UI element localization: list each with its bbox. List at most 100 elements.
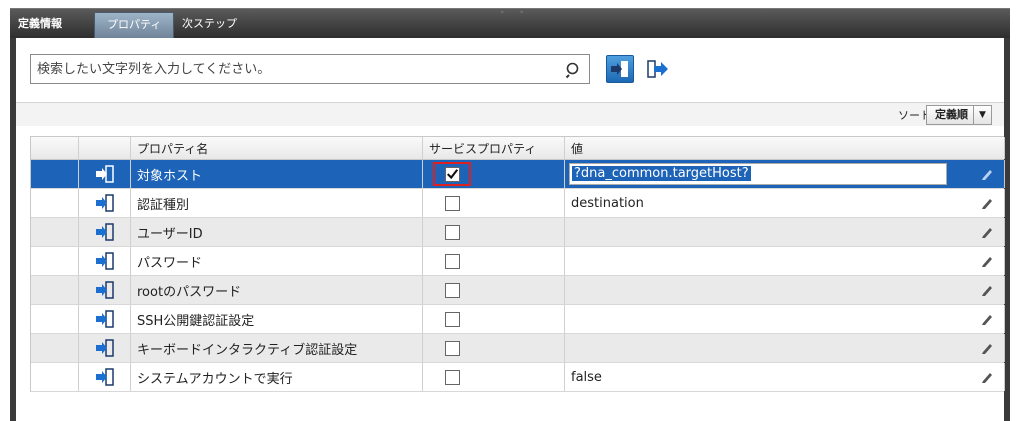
tab-bar: 定義情報 プロパティ 次ステップ ˄ ˅ — [10, 8, 1010, 39]
property-name-cell: キーボードインタラクティブ認証設定 — [131, 334, 423, 362]
sort-dropdown[interactable]: 定義順 ▼ — [926, 105, 992, 125]
property-name: パスワード — [137, 255, 203, 271]
tab-properties[interactable]: プロパティ — [94, 12, 175, 39]
row-gutter — [31, 218, 79, 246]
property-name: rootのパスワード — [137, 284, 242, 300]
chevron-down-icon[interactable]: ▼ — [973, 106, 991, 124]
value-cell[interactable] — [565, 305, 1005, 333]
table-row[interactable]: 認証種別 destination — [31, 189, 1005, 218]
property-input-icon — [95, 252, 114, 270]
search-box — [30, 54, 590, 84]
grid-toolbar: ソート: 定義順 ▼ — [16, 102, 1004, 126]
table-row[interactable]: SSH公開鍵認証設定 — [31, 305, 1005, 334]
value-cell[interactable] — [565, 218, 1005, 246]
export-button[interactable] — [644, 55, 672, 83]
row-gutter — [31, 189, 79, 217]
pencil-icon[interactable] — [980, 283, 994, 297]
table-row[interactable]: システムアカウントで実行 false — [31, 363, 1005, 392]
row-icon-cell — [79, 160, 131, 188]
tab-definition-info[interactable]: 定義情報 — [18, 9, 62, 39]
header-blank — [31, 137, 79, 159]
service-property-cell — [423, 247, 565, 275]
import-button[interactable] — [606, 55, 634, 83]
pencil-icon[interactable] — [980, 196, 994, 210]
row-gutter — [31, 363, 79, 391]
service-property-checkbox[interactable] — [444, 166, 460, 182]
property-name: キーボードインタラクティブ認証設定 — [137, 342, 358, 358]
property-input-icon — [95, 368, 114, 386]
row-gutter — [31, 334, 79, 362]
tab-next-step[interactable]: 次ステップ — [182, 9, 237, 39]
row-gutter — [31, 276, 79, 304]
row-icon-cell — [79, 363, 131, 391]
value-cell[interactable] — [565, 276, 1005, 304]
value-edit-input[interactable]: ?dna_common.targetHost? — [569, 163, 947, 185]
property-name-cell: rootのパスワード — [131, 276, 423, 304]
service-property-checkbox[interactable] — [444, 340, 460, 356]
table-row[interactable]: rootのパスワード — [31, 276, 1005, 305]
service-property-checkbox[interactable] — [444, 224, 460, 240]
pencil-icon[interactable] — [980, 225, 994, 239]
checkbox-frame — [433, 249, 471, 273]
value-cell[interactable] — [565, 247, 1005, 275]
value-cell[interactable]: destination — [565, 189, 1005, 217]
service-property-cell — [423, 305, 565, 333]
service-property-checkbox[interactable] — [444, 311, 460, 327]
property-input-icon — [95, 281, 114, 299]
table-row[interactable]: 対象ホスト ?dna_common.targetHost? — [31, 160, 1005, 189]
property-name-cell: ユーザーID — [131, 218, 423, 246]
search-icon[interactable] — [565, 61, 583, 79]
checkbox-frame — [433, 307, 471, 331]
value-cell[interactable] — [565, 334, 1005, 362]
row-icon-cell — [79, 334, 131, 362]
property-name: ユーザーID — [137, 226, 203, 242]
value-cell[interactable]: false — [565, 363, 1005, 391]
header-service-property[interactable]: サービスプロパティ — [423, 137, 565, 159]
property-name-cell: 認証種別 — [131, 189, 423, 217]
property-input-icon — [95, 194, 114, 212]
property-name: 認証種別 — [137, 197, 190, 213]
property-name: システムアカウントで実行 — [137, 371, 293, 387]
value-text: destination — [571, 195, 644, 211]
checkbox-frame — [433, 162, 471, 186]
table-header: プロパティ名 サービスプロパティ 値 — [31, 136, 1005, 160]
pencil-icon[interactable] — [980, 370, 994, 384]
pencil-icon[interactable] — [980, 167, 994, 181]
table-row[interactable]: キーボードインタラクティブ認証設定 — [31, 334, 1005, 363]
property-input-icon — [95, 223, 114, 241]
value-cell[interactable]: ?dna_common.targetHost? — [565, 160, 1005, 188]
service-property-checkbox[interactable] — [444, 369, 460, 385]
property-name: 対象ホスト — [137, 168, 203, 184]
row-icon-cell — [79, 189, 131, 217]
table-row[interactable]: パスワード — [31, 247, 1005, 276]
checkbox-frame — [433, 365, 471, 389]
row-gutter — [31, 160, 79, 188]
table-body: 対象ホスト ?dna_common.targetHost? 認証種別 desti… — [31, 160, 1005, 392]
export-icon — [647, 60, 668, 78]
service-property-checkbox[interactable] — [444, 253, 460, 269]
service-property-checkbox[interactable] — [444, 282, 460, 298]
checkbox-frame — [433, 191, 471, 215]
property-input-icon — [95, 165, 114, 183]
property-input-icon — [95, 339, 114, 357]
service-property-cell — [423, 218, 565, 246]
drag-handle[interactable]: ˄ ˅ — [500, 11, 530, 21]
table-row[interactable]: ユーザーID — [31, 218, 1005, 247]
service-property-cell — [423, 334, 565, 362]
service-property-cell — [423, 363, 565, 391]
properties-table: プロパティ名 サービスプロパティ 値 対象ホスト ?dna_common.tar… — [30, 136, 1005, 392]
properties-panel: ソート: 定義順 ▼ プロパティ名 サービスプロパティ 値 対象ホスト — [10, 38, 1010, 421]
header-property-name[interactable]: プロパティ名 — [131, 137, 423, 159]
pencil-icon[interactable] — [980, 254, 994, 268]
pencil-icon[interactable] — [980, 312, 994, 326]
checkbox-frame — [433, 220, 471, 244]
import-icon — [611, 61, 628, 77]
pencil-icon[interactable] — [980, 341, 994, 355]
search-input[interactable] — [31, 55, 561, 83]
property-input-icon — [95, 310, 114, 328]
service-property-checkbox[interactable] — [444, 195, 460, 211]
header-value[interactable]: 値 — [565, 137, 1005, 159]
properties-window: 定義情報 プロパティ 次ステップ ˄ ˅ ソート: — [0, 0, 1016, 421]
value-text: false — [571, 369, 602, 385]
row-icon-cell — [79, 247, 131, 275]
